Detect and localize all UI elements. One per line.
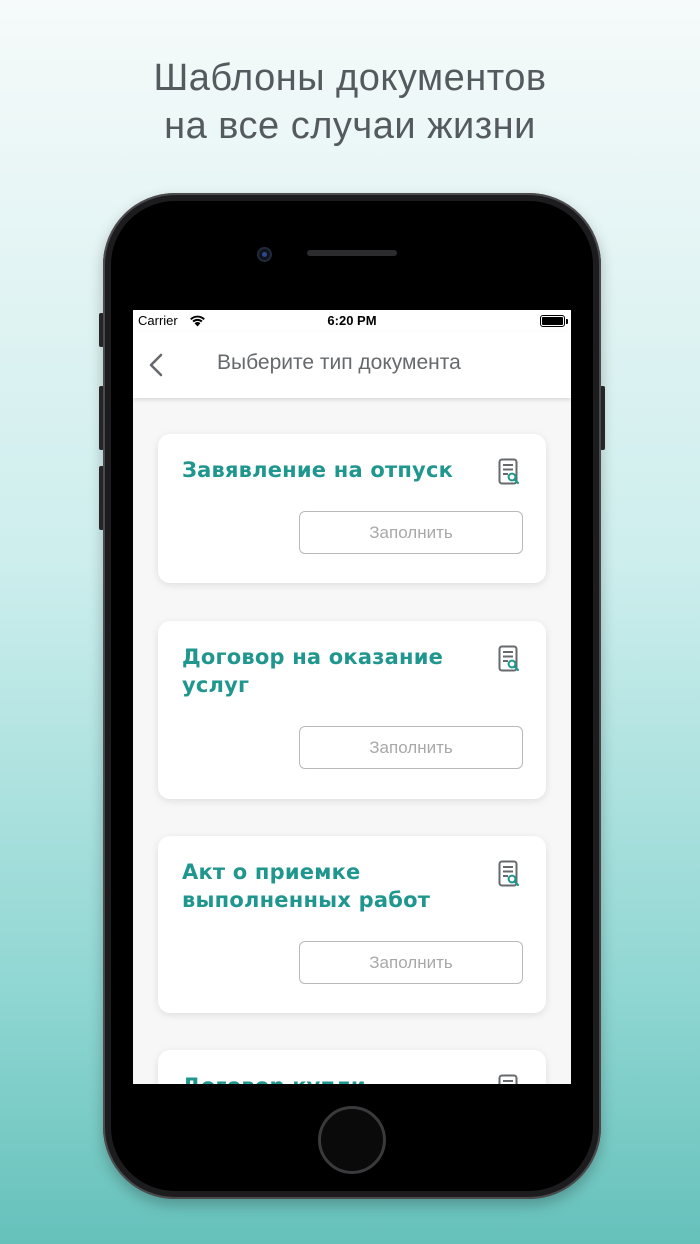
document-search-icon[interactable] bbox=[498, 1074, 520, 1084]
document-card[interactable]: Акт о приемке выполненных работ Заполнит… bbox=[158, 836, 546, 1013]
page-title: Выберите тип документа bbox=[217, 351, 461, 374]
earpiece-speaker bbox=[307, 250, 397, 256]
app-screen: Carrier 6:20 PM Выберите тип документа З… bbox=[133, 310, 571, 1084]
document-card[interactable]: Договор купли-продажи bbox=[158, 1050, 546, 1084]
status-bar: Carrier 6:20 PM bbox=[133, 310, 571, 332]
document-card[interactable]: Договор на оказание услуг Заполнить bbox=[158, 621, 546, 799]
status-time: 6:20 PM bbox=[327, 313, 377, 328]
chevron-left-icon[interactable] bbox=[146, 352, 166, 378]
headline-line-1: Шаблоны документов bbox=[153, 57, 547, 99]
navigation-bar: Выберите тип документа bbox=[133, 332, 571, 398]
fill-button[interactable]: Заполнить bbox=[299, 726, 523, 769]
document-card-title: Акт о приемке выполненных работ bbox=[182, 860, 431, 912]
document-card-title: Завявление на отпуск bbox=[182, 458, 454, 482]
front-camera bbox=[257, 247, 272, 262]
fill-button[interactable]: Заполнить bbox=[299, 941, 523, 984]
promo-headline: Шаблоны документов на все случаи жизни bbox=[0, 54, 700, 150]
document-search-icon[interactable] bbox=[498, 645, 520, 673]
document-card-title: Договор купли-продажи bbox=[182, 1072, 482, 1084]
document-card-title: Договор на оказание услуг bbox=[182, 645, 444, 697]
document-search-icon[interactable] bbox=[498, 458, 520, 486]
battery-icon bbox=[540, 315, 568, 327]
headline-line-2: на все случаи жизни bbox=[164, 105, 536, 147]
document-search-icon[interactable] bbox=[498, 860, 520, 888]
document-card[interactable]: Завявление на отпуск Заполнить bbox=[158, 434, 546, 583]
fill-button[interactable]: Заполнить bbox=[299, 511, 523, 554]
home-button[interactable] bbox=[318, 1106, 386, 1174]
